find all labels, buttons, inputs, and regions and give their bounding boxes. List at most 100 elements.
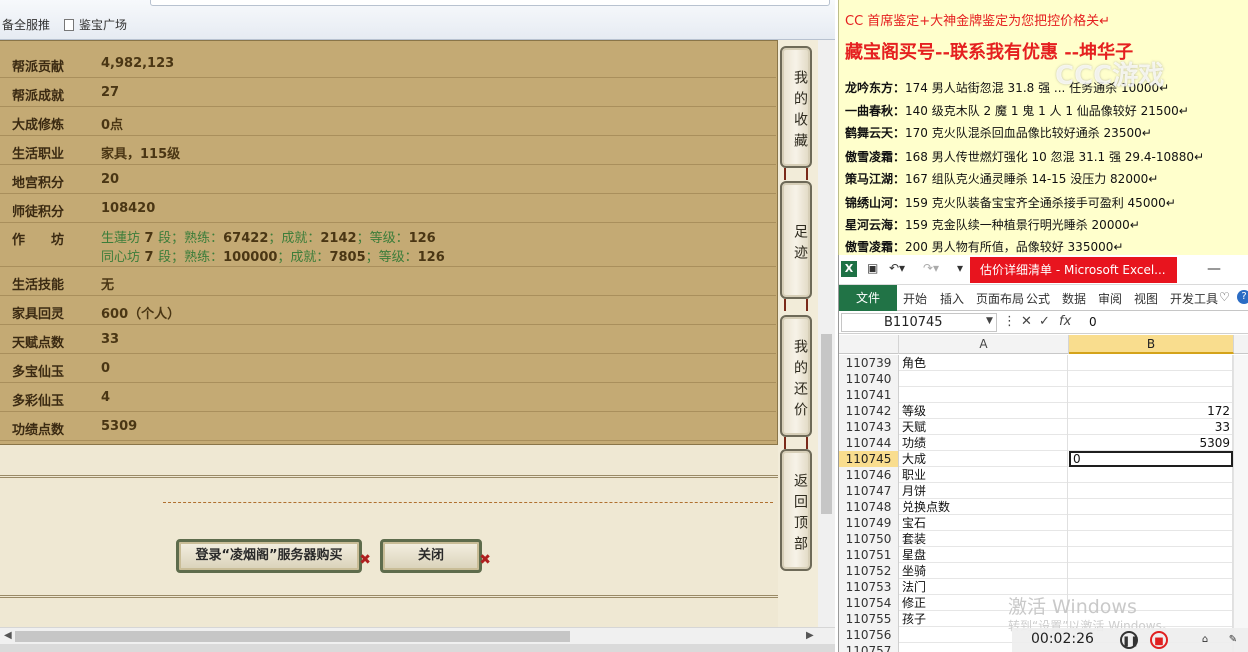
listing-desc: 140 级克木队 2 魔 1 鬼 1 人 1 仙品像较好 21500↵ [905, 104, 1189, 118]
horizontal-scrollbar[interactable]: ◀ ▶ [0, 627, 835, 644]
cell-b[interactable] [1069, 467, 1233, 483]
row-header[interactable]: 110753 [839, 579, 899, 595]
tab-my-bargains[interactable]: 我的还价 [780, 315, 812, 437]
row-header[interactable]: 110751 [839, 547, 899, 563]
row-header[interactable]: 110750 [839, 531, 899, 547]
cell-b[interactable] [1069, 515, 1233, 531]
column-header-b[interactable]: B [1069, 335, 1234, 354]
tab-file[interactable]: 文件 [839, 285, 897, 311]
tab-page-layout[interactable]: 页面布局 [976, 290, 1024, 307]
scroll-right-icon[interactable]: ▶ [806, 630, 814, 641]
cell-a[interactable]: 等级 [902, 403, 1068, 419]
undo-icon[interactable]: ↶▾ [889, 261, 905, 275]
cell-b[interactable]: 5309 [1069, 435, 1233, 451]
close-button[interactable]: 关闭 ✖ [380, 539, 491, 573]
cell-a[interactable]: 坐骑 [902, 563, 1068, 579]
name-box[interactable]: B110745 [841, 313, 997, 332]
cell-a[interactable]: 角色 [902, 355, 1068, 371]
divider [0, 595, 778, 598]
tab-review[interactable]: 审阅 [1098, 290, 1122, 307]
cell-b[interactable] [1069, 531, 1233, 547]
row-header[interactable]: 110752 [839, 563, 899, 579]
cell-a[interactable]: 星盘 [902, 547, 1068, 563]
tab-data[interactable]: 数据 [1062, 290, 1086, 307]
row-header[interactable]: 110740 [839, 371, 899, 387]
excel-vertical-scrollbar[interactable] [1233, 355, 1248, 652]
row-header[interactable]: 110745 [839, 451, 899, 467]
cell-a[interactable] [902, 371, 1068, 387]
scroll-thumb[interactable] [821, 334, 832, 514]
customize-qat-icon[interactable]: ▾ [957, 261, 963, 275]
formula-input[interactable]: 0 [1089, 315, 1097, 329]
tab-back-to-top[interactable]: 返回顶部 [780, 449, 812, 571]
active-cell[interactable]: 0 [1069, 451, 1233, 467]
row-header[interactable]: 110746 [839, 467, 899, 483]
row-header[interactable]: 110742 [839, 403, 899, 419]
enter-icon[interactable]: ✓ [1039, 314, 1050, 329]
bookmark-2[interactable]: 鉴宝广场 [64, 16, 127, 33]
cell-a[interactable]: 兑换点数 [902, 499, 1068, 515]
chevron-down-icon[interactable]: ▼ [986, 316, 993, 326]
cell-a[interactable] [902, 387, 1068, 403]
camera-icon[interactable]: ⌂ [1196, 631, 1214, 649]
cell-b[interactable]: 33 [1069, 419, 1233, 435]
cell-b[interactable]: 172 [1069, 403, 1233, 419]
info-value: 600（个人） [101, 307, 181, 322]
row-header[interactable]: 110739 [839, 355, 899, 371]
bookmark-1[interactable]: 备全服推 [2, 16, 50, 33]
pen-icon[interactable]: ✎ [1224, 631, 1242, 649]
row-header[interactable]: 110747 [839, 483, 899, 499]
row-header[interactable]: 110756 [839, 627, 899, 643]
cell-a[interactable]: 职业 [902, 467, 1068, 483]
cell-b[interactable] [1069, 563, 1233, 579]
tab-formulas[interactable]: 公式 [1026, 290, 1050, 307]
column-header-a[interactable]: A [899, 335, 1069, 354]
row-header[interactable]: 110749 [839, 515, 899, 531]
info-label: 大成修炼 [12, 118, 65, 133]
info-value: 4 [101, 390, 111, 405]
redo-icon[interactable]: ↷▾ [923, 261, 939, 275]
cell-b[interactable] [1069, 371, 1233, 387]
tab-developer[interactable]: 开发工具 [1170, 290, 1218, 307]
row-header[interactable]: 110754 [839, 595, 899, 611]
row-header[interactable]: 110741 [839, 387, 899, 403]
cancel-icon[interactable]: ✕ [1021, 314, 1032, 329]
cell-a[interactable]: 天赋 [902, 419, 1068, 435]
cell-b[interactable] [1069, 499, 1233, 515]
info-label: 帮派贡献 [12, 60, 65, 75]
cell-a[interactable]: 月饼 [902, 483, 1068, 499]
row-header[interactable]: 110755 [839, 611, 899, 627]
tab-view[interactable]: 视图 [1134, 290, 1158, 307]
minimize-icon[interactable]: — [1207, 261, 1221, 277]
tab-insert[interactable]: 插入 [940, 290, 964, 307]
cell-b[interactable] [1069, 355, 1233, 371]
tab-home[interactable]: 开始 [903, 290, 927, 307]
info-value: 27 [101, 85, 120, 100]
cell-b[interactable] [1069, 387, 1233, 403]
cell-b[interactable] [1069, 483, 1233, 499]
select-all-corner[interactable] [839, 335, 899, 354]
row-header[interactable]: 110757 [839, 643, 899, 652]
scroll-thumb[interactable] [15, 631, 570, 642]
cell-a[interactable]: 宝石 [902, 515, 1068, 531]
row-header[interactable]: 110744 [839, 435, 899, 451]
tab-my-favorites[interactable]: 我的收藏 [780, 46, 812, 168]
insert-function-icon[interactable]: fx [1059, 314, 1071, 329]
stop-icon[interactable]: ■ [1150, 631, 1168, 649]
cell-b[interactable] [1069, 547, 1233, 563]
scroll-left-icon[interactable]: ◀ [4, 630, 12, 641]
vertical-scrollbar[interactable] [818, 40, 835, 628]
row-header[interactable]: 110743 [839, 419, 899, 435]
ribbon-collapse-icon[interactable]: ♡ [1219, 290, 1230, 304]
row-header[interactable]: 110748 [839, 499, 899, 515]
save-icon[interactable]: ▣ [867, 261, 878, 275]
cell-a[interactable]: 功绩 [902, 435, 1068, 451]
address-bar[interactable] [150, 0, 830, 6]
tab-footprint[interactable]: 足迹 [780, 181, 812, 299]
info-row: 帮派贡献 4,982,123 [0, 49, 776, 78]
cell-a[interactable]: 套装 [902, 531, 1068, 547]
cell-a[interactable]: 大成 [902, 451, 1068, 467]
login-server-buy-button[interactable]: 登录“凌烟阁”服务器购买 ✖ [176, 539, 371, 573]
pause-icon[interactable]: ❚❚ [1120, 631, 1139, 649]
help-icon[interactable]: ? [1237, 290, 1248, 304]
